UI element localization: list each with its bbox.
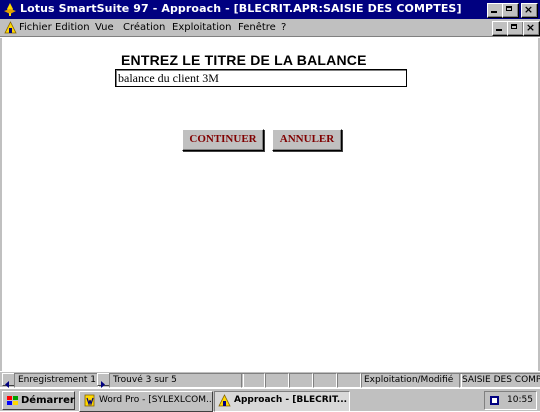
form-area — [0, 38, 540, 371]
lotus-icon — [4, 3, 16, 16]
menu-vue[interactable]: Vue — [95, 22, 114, 33]
menu-edition[interactable]: Edition — [55, 22, 90, 33]
taskbar: Démarrer Word Pro - [SYLEXLCOM... Approa… — [0, 388, 540, 412]
menu-creation[interactable]: Création — [123, 22, 165, 33]
task-wordpro[interactable]: Word Pro - [SYLEXLCOM... — [79, 391, 213, 412]
status-panel-empty-2 — [265, 373, 289, 388]
windows-logo-icon — [7, 396, 18, 405]
close-icon: × — [523, 3, 534, 16]
restore-icon — [506, 6, 512, 11]
balance-title-field[interactable] — [115, 69, 407, 87]
record-indicator[interactable]: Enregistrement 1 — [14, 373, 99, 388]
close-button[interactable]: × — [521, 3, 538, 18]
menu-help[interactable]: ? — [281, 22, 286, 33]
restore-button[interactable] — [502, 3, 519, 18]
minimize-icon — [496, 29, 502, 31]
close-icon: × — [525, 21, 536, 34]
task-approach-label: Approach - [BLECRIT... — [234, 395, 348, 405]
menu-fenetre[interactable]: Fenêtre — [238, 22, 276, 33]
found-indicator[interactable]: Trouvé 3 sur 5 — [109, 373, 244, 388]
mode-indicator[interactable]: Exploitation/Modifié — [361, 373, 462, 388]
clock[interactable]: 10:55 — [507, 392, 533, 409]
start-button[interactable]: Démarrer — [2, 391, 75, 410]
menu-bar: Fichier Edition Vue Création Exploitatio… — [0, 19, 540, 37]
menu-fichier[interactable]: Fichier — [19, 22, 52, 33]
doc-restore-button[interactable] — [507, 21, 524, 36]
form-name-indicator[interactable]: SAISIE DES COMPTES — [459, 373, 540, 388]
volume-icon[interactable] — [489, 395, 500, 406]
status-panel-empty-4 — [313, 373, 337, 388]
minimize-icon — [491, 11, 497, 13]
task-approach[interactable]: Approach - [BLECRIT... — [214, 391, 350, 412]
form-heading: ENTREZ LE TITRE DE LA BALANCE — [121, 52, 367, 68]
system-tray: 10:55 — [484, 391, 537, 410]
doc-close-button[interactable]: × — [523, 21, 540, 36]
continue-button[interactable]: CONTINUER — [182, 129, 264, 151]
approach-icon — [218, 394, 231, 407]
wordpro-icon — [84, 394, 95, 407]
status-panel-empty-5 — [337, 373, 361, 388]
restore-icon — [511, 24, 517, 29]
balance-title-input[interactable] — [118, 71, 402, 85]
task-wordpro-label: Word Pro - [SYLEXLCOM... — [99, 395, 213, 405]
window-title-bar[interactable]: Lotus SmartSuite 97 - Approach - [BLECRI… — [0, 0, 540, 19]
status-panel-empty-3 — [289, 373, 313, 388]
start-label: Démarrer — [21, 395, 75, 406]
status-bar: Enregistrement 1 Trouvé 3 sur 5 Exploita… — [0, 371, 540, 388]
cancel-button[interactable]: ANNULER — [272, 129, 342, 151]
approach-doc-icon[interactable] — [4, 21, 17, 34]
status-panel-empty-1 — [241, 373, 265, 388]
menu-exploitation[interactable]: Exploitation — [172, 22, 231, 33]
window-title: Lotus SmartSuite 97 - Approach - [BLECRI… — [20, 2, 462, 15]
